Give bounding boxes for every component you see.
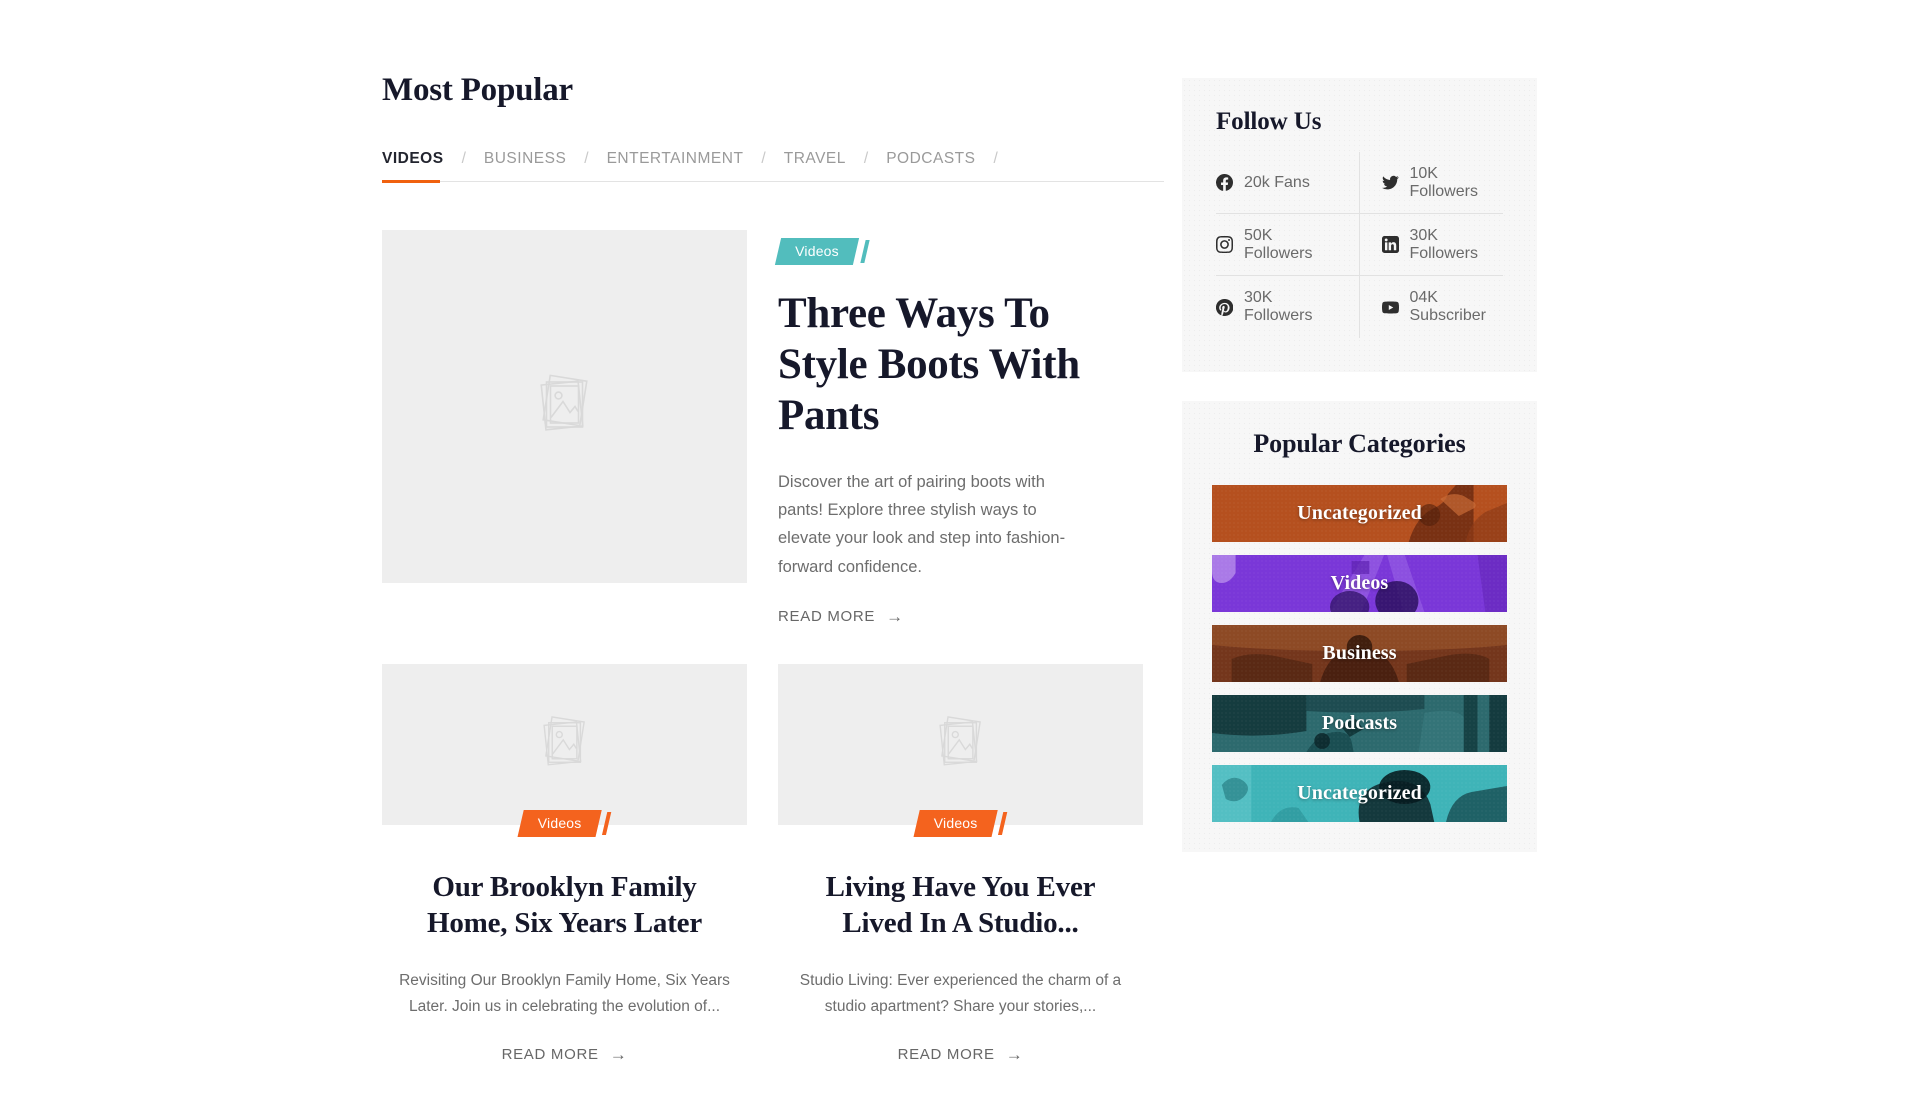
social-link-label: 50K Followers [1244,226,1313,262]
tab-separator: / [584,150,589,168]
category-card-videos[interactable]: Videos [1212,555,1507,612]
article-card-list: Videos Our Brooklyn Family Home, Six Yea… [382,664,1164,1064]
featured-read-more-link[interactable]: READ MORE → [778,608,904,625]
category-label: Videos [1330,572,1389,594]
category-label: Uncategorized [1297,782,1422,804]
social-links-grid: 20k Fans 10K Followers 50K Followers 30K… [1216,152,1503,338]
read-more-link[interactable]: READ MORE → [898,1046,1024,1063]
read-more-label: READ MORE [778,608,876,625]
badge-shape: Videos [913,810,997,837]
tab-videos[interactable]: VIDEOS [382,150,444,168]
image-placeholder-icon [536,713,594,776]
follow-us-widget: Follow Us 20k Fans 10K Followers 50K Fol… [1182,78,1537,372]
social-link-twitter[interactable]: 10K Followers [1359,152,1503,214]
featured-article-title[interactable]: Three Ways To Style Boots With Pants [778,289,1108,441]
category-card-uncategorized-2[interactable]: Uncategorized [1212,765,1507,822]
category-card-uncategorized[interactable]: Uncategorized [1212,485,1507,542]
category-label: Business [1322,642,1397,664]
article-card-read-more: READ MORE → [778,1046,1143,1064]
badge-label: Videos [537,815,581,831]
social-link-youtube[interactable]: 04K Subscriber [1360,276,1504,338]
page-title: Most Popular [382,72,574,108]
tab-podcasts[interactable]: PODCASTS [886,150,975,168]
social-link-instagram[interactable]: 50K Followers [1216,214,1360,276]
badge-slash-accent [860,240,870,264]
linkedin-icon [1381,236,1399,253]
tab-separator: / [993,150,998,168]
featured-article: Videos Three Ways To Style Boots With Pa… [382,230,1164,626]
article-card: Videos Living Have You Ever Lived In A S… [778,664,1143,1064]
facebook-icon [1216,174,1233,191]
tab-travel[interactable]: TRAVEL [784,150,846,168]
arrow-right-icon: → [609,1045,628,1065]
social-link-label: 10K Followers [1409,164,1478,200]
article-card-title[interactable]: Living Have You Ever Lived In A Studio..… [778,869,1143,942]
social-link-label: 04K Subscriber [1409,289,1486,324]
image-placeholder-icon [532,371,598,442]
article-card-category-badge[interactable]: Videos [913,810,1008,837]
article-card-read-more: READ MORE → [382,1046,747,1064]
youtube-icon [1381,299,1399,316]
tab-entertainment[interactable]: ENTERTAINMENT [607,150,744,168]
article-card-category-badge[interactable]: Videos [517,810,612,837]
social-link-label: 20k Fans [1244,173,1310,191]
featured-article-excerpt: Discover the art of pairing boots with p… [778,472,1066,576]
sidebar: Follow Us 20k Fans 10K Followers 50K Fol… [1182,78,1537,852]
article-card-excerpt: Revisiting Our Brooklyn Family Home, Six… [399,971,730,1015]
featured-article-body: Videos Three Ways To Style Boots With Pa… [774,230,1164,626]
article-card-title[interactable]: Our Brooklyn Family Home, Six Years Late… [382,869,747,942]
page-root: Most Popular VIDEOS / BUSINESS / ENTERTA… [0,0,1905,1095]
badge-slash-accent [998,812,1008,835]
arrow-right-icon: → [1005,1045,1024,1065]
featured-category-badge[interactable]: Videos [774,238,870,266]
image-placeholder-icon [932,713,990,776]
active-tab-indicator [382,179,440,183]
tab-separator: / [761,150,766,168]
badge-shape: Videos [517,810,601,837]
tab-business[interactable]: BUSINESS [484,150,566,168]
category-label: Uncategorized [1297,502,1422,524]
article-card-image[interactable]: Videos [778,664,1143,837]
featured-article-image[interactable] [382,230,747,584]
category-tabs: VIDEOS / BUSINESS / ENTERTAINMENT / TRAV… [382,150,1164,183]
tab-separator: / [461,150,466,168]
read-more-label: READ MORE [897,1046,995,1064]
instagram-icon [1216,236,1233,253]
badge-shape: Videos [774,238,859,266]
read-more-link[interactable]: READ MORE → [502,1046,628,1063]
social-link-label: 30K Followers [1409,226,1478,262]
social-link-linkedin[interactable]: 30K Followers [1359,214,1503,276]
follow-us-title: Follow Us [1216,108,1322,135]
social-link-facebook[interactable]: 20k Fans [1216,152,1360,214]
article-card-image[interactable]: Videos [382,664,747,837]
category-card-podcasts[interactable]: Podcasts [1212,695,1507,752]
twitter-icon [1381,174,1399,191]
category-card-list: Uncategorized Videos Business Podcasts U… [1212,485,1507,822]
badge-slash-accent [602,812,612,835]
social-link-label: 30K Followers [1244,289,1313,324]
category-label: Podcasts [1321,712,1398,734]
category-card-business[interactable]: Business [1212,625,1507,682]
article-card: Videos Our Brooklyn Family Home, Six Yea… [382,664,747,1064]
badge-label: Videos [933,815,977,831]
pinterest-icon [1216,298,1233,316]
article-card-excerpt: Studio Living: Ever experienced the char… [799,971,1122,1015]
read-more-label: READ MORE [501,1046,599,1064]
arrow-right-icon: → [886,607,904,626]
popular-categories-title: Popular Categories [1253,429,1466,458]
popular-categories-widget: Popular Categories Uncategorized Videos … [1182,401,1537,852]
badge-label: Videos [795,243,839,260]
social-link-pinterest[interactable]: 30K Followers [1216,276,1360,338]
tab-separator: / [863,150,869,168]
most-popular-section: Most Popular VIDEOS / BUSINESS / ENTERTA… [382,72,1164,1064]
